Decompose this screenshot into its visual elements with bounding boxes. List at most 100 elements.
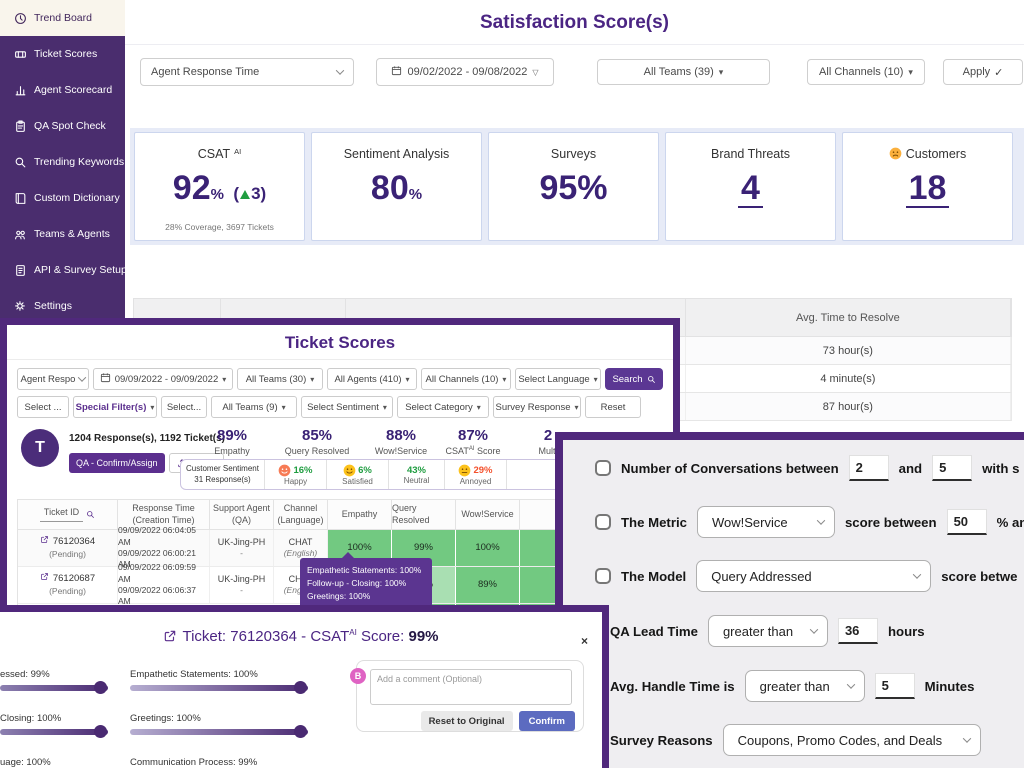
gear-icon <box>13 299 27 313</box>
sidebar-item-label: Agent Scorecard <box>34 84 112 96</box>
handle-time-operator-select[interactable]: greater than <box>745 670 865 702</box>
checkbox[interactable] <box>595 568 611 584</box>
checkbox[interactable] <box>595 460 611 476</box>
sentiment-satisfied: 6% Satisfied <box>327 460 389 489</box>
caret-down-icon <box>310 374 314 385</box>
empathy-stat: 89% Empathy <box>187 427 277 456</box>
metric-filter-row: The Metric Wow!Service score between 50 … <box>595 506 1024 538</box>
category-dropdown[interactable]: Select Category <box>397 396 489 418</box>
qa-lead-time-operator-select[interactable]: greater than <box>708 615 828 647</box>
people-icon <box>13 227 27 241</box>
all-channels-dropdown[interactable]: All Channels (10) <box>807 59 925 85</box>
conversations-max-input[interactable]: 5 <box>932 455 972 481</box>
score-breakdown-tooltip: Empathetic Statements: 100% Follow-up - … <box>300 558 432 610</box>
book-icon <box>13 191 27 205</box>
card-title: Brand Threats <box>666 147 835 161</box>
csat-card: CSATAI 92% (3) 28% Coverage, 3697 Ticket… <box>134 132 305 241</box>
reset-to-original-button[interactable]: Reset to Original <box>421 711 513 731</box>
chevron-down-icon <box>846 680 854 688</box>
comment-input[interactable] <box>370 669 572 705</box>
sidebar-item-custom-dictionary[interactable]: Custom Dictionary <box>0 180 125 216</box>
sidebar-item-qa-spot-check[interactable]: QA Spot Check <box>0 108 125 144</box>
caret-down-icon <box>574 402 578 413</box>
all-teams-dropdown[interactable]: All Teams (30) <box>237 368 323 390</box>
customer-sentiment-bar: Customer Sentiment 31 Response(s) 16% Ha… <box>180 459 620 490</box>
clipboard-icon <box>13 119 27 133</box>
score-slider[interactable] <box>130 685 308 691</box>
survey-response-dropdown[interactable]: Survey Response <box>493 396 581 418</box>
qa-lead-time-input[interactable]: 36 <box>838 618 878 644</box>
slider-thumb[interactable] <box>294 681 307 694</box>
sidebar-item-teams-agents[interactable]: Teams & Agents <box>0 216 125 252</box>
ticket-detail-modal: Ticket: 76120364 - CSATAI Score: 99% × e… <box>0 605 609 768</box>
sidebar-item-trend-board[interactable]: Trend Board <box>0 0 125 36</box>
sidebar-item-ticket-scores[interactable]: Ticket Scores <box>0 36 125 72</box>
special-filters-dropdown[interactable]: Special Filter(s) <box>73 396 157 418</box>
search-button[interactable]: Search <box>605 368 663 390</box>
sentiment-dropdown[interactable]: Select Sentiment <box>301 396 393 418</box>
customers-link[interactable]: 18 <box>843 171 1012 208</box>
slider-thumb[interactable] <box>94 681 107 694</box>
customers-card: Customers 18 <box>842 132 1013 241</box>
select-filter[interactable]: Select ... <box>17 396 69 418</box>
advanced-filter-panel: Number of Conversations between 2 and 5 … <box>555 432 1024 768</box>
angry-face-icon <box>889 147 902 160</box>
avatar: T <box>21 429 59 467</box>
surveys-value: 95% <box>489 171 658 205</box>
card-title: Sentiment Analysis <box>312 147 481 161</box>
metric-select[interactable]: Agent Response Time <box>140 58 354 86</box>
score-slider[interactable] <box>0 685 108 691</box>
survey-reasons-row: Survey Reasons Coupons, Promo Codes, and… <box>610 724 981 756</box>
model-select[interactable]: Query Addressed <box>696 560 931 592</box>
handle-time-input[interactable]: 5 <box>875 673 915 699</box>
date-range-picker[interactable]: 09/02/2022 - 09/08/2022 <box>376 58 554 86</box>
all-teams-dropdown[interactable]: All Teams (39) <box>597 59 770 85</box>
survey-reasons-select[interactable]: Coupons, Promo Codes, and Deals <box>723 724 981 756</box>
chevron-down-icon <box>810 625 818 633</box>
caret-down-icon <box>477 402 481 413</box>
teams-dropdown[interactable]: All Teams (9) <box>211 396 297 418</box>
caret-down-icon <box>222 374 226 385</box>
sidebar-item-agent-scorecard[interactable]: Agent Scorecard <box>0 72 125 108</box>
sentiment-value: 80% <box>312 171 481 205</box>
ticket-icon <box>13 47 27 61</box>
reset-button[interactable]: Reset <box>585 396 641 418</box>
comment-card: B Reset to Original Confirm <box>356 660 584 732</box>
up-triangle-icon <box>240 190 250 199</box>
language-dropdown[interactable]: Select Language <box>515 368 601 390</box>
query-resolved-stat: 85% Query Resolved <box>272 427 362 456</box>
ticket-id-search[interactable]: Ticket ID <box>40 507 95 521</box>
brand-threats-link[interactable]: 4 <box>666 171 835 208</box>
conversations-min-input[interactable]: 2 <box>849 455 889 481</box>
all-agents-dropdown[interactable]: All Agents (410) <box>327 368 417 390</box>
metric-score-input[interactable]: 50 <box>947 509 987 535</box>
qa-confirm-assign-button[interactable]: QA - Confirm/Assign <box>69 453 165 473</box>
calendar-icon <box>100 372 111 386</box>
score-slider[interactable] <box>0 729 108 735</box>
triangle-down-icon <box>532 66 538 78</box>
sidebar-item-trending-keywords[interactable]: Trending Keywords <box>0 144 125 180</box>
external-link-icon[interactable] <box>163 628 182 645</box>
close-icon[interactable]: × <box>581 634 588 648</box>
sidebar-item-label: Trend Board <box>34 12 92 24</box>
checkbox[interactable] <box>595 514 611 530</box>
metric-select[interactable]: Wow!Service <box>697 506 835 538</box>
wow-score-cell: 100% <box>456 530 520 566</box>
search-icon <box>13 155 27 169</box>
date-range-picker[interactable]: 09/09/2022 - 09/09/2022 <box>93 368 233 390</box>
slider-thumb[interactable] <box>294 725 307 738</box>
csat-value: 92% (3) <box>135 171 304 205</box>
confirm-button[interactable]: Confirm <box>519 711 575 731</box>
apply-button[interactable]: Apply <box>943 59 1023 85</box>
slider-thumb[interactable] <box>94 725 107 738</box>
sidebar-item-api-survey-setup[interactable]: API & Survey Setup <box>0 252 125 288</box>
sentiment-annoyed: 29% Annoyed <box>445 460 507 489</box>
score-slider[interactable] <box>130 729 308 735</box>
all-channels-dropdown[interactable]: All Channels (10) <box>421 368 511 390</box>
sentiment-happy: 16% Happy <box>265 460 327 489</box>
open-ticket-icon[interactable] <box>40 572 49 586</box>
metric-select[interactable]: Agent Respo <box>17 368 89 390</box>
open-ticket-icon[interactable] <box>40 535 49 549</box>
select-filter[interactable]: Select... <box>161 396 207 418</box>
ticket-id-search-input[interactable]: Ticket ID <box>40 507 83 521</box>
